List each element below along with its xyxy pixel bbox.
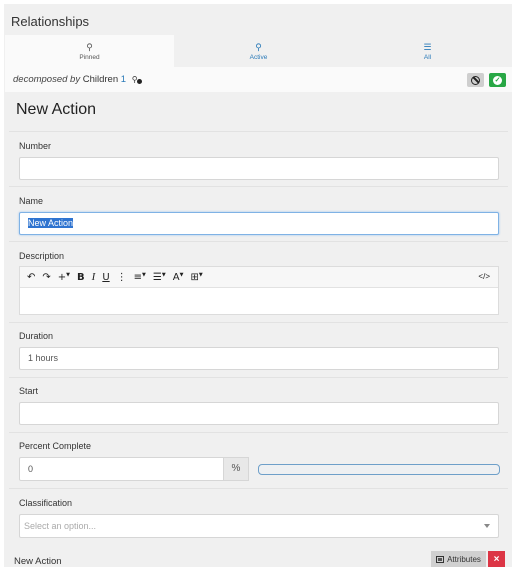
bold-button[interactable]: B [77, 272, 85, 283]
list-dropdown[interactable]: ☰▼ [153, 272, 166, 283]
table-icon: ⊞ [190, 271, 199, 283]
table-dropdown[interactable]: ⊞▼ [190, 272, 202, 283]
divider [9, 131, 508, 132]
align-icon: ≡ [133, 271, 143, 283]
underline-button[interactable]: U [102, 272, 109, 283]
relationship-text: decomposed by Children 1 ⚲ [13, 74, 142, 85]
cancel-button[interactable] [467, 73, 484, 87]
tab-label: Pinned [79, 53, 100, 61]
chevron-down-icon [484, 524, 490, 528]
relation-count[interactable]: 1 [121, 74, 126, 85]
relation-type: decomposed by [13, 74, 81, 85]
name-value: New Action [28, 218, 74, 228]
classification-placeholder: Select an option... [24, 521, 97, 531]
percent-addon: % [223, 457, 249, 481]
redo-icon[interactable]: ↷ [42, 272, 50, 283]
form-title: New Action [16, 101, 97, 118]
footer-title: New Action [14, 556, 62, 567]
name-label: Name [19, 196, 44, 206]
relationship-row: decomposed by Children 1 ⚲ ✓ [5, 67, 512, 92]
tab-all[interactable]: ☰ All [343, 35, 512, 67]
description-editor: ↶ ↷ +▼ B I U ⋮ ≡▼ ☰▼ A▼ ⊞▼ </> [19, 266, 499, 315]
align-dropdown[interactable]: ≡▼ [134, 272, 146, 283]
classification-select[interactable]: Select an option... [19, 514, 499, 538]
list-alt-icon [436, 555, 445, 563]
duration-input[interactable]: 1 hours [19, 347, 499, 370]
insert-dropdown[interactable]: +▼ [58, 272, 70, 283]
tab-pinned[interactable]: ⚲ Pinned [5, 35, 174, 67]
description-label: Description [19, 251, 65, 261]
divider [9, 432, 508, 433]
font-dropdown[interactable]: A▼ [173, 272, 184, 283]
relation-target[interactable]: Children [83, 74, 118, 85]
attributes-label: Attributes [447, 554, 481, 564]
check-circle-icon: ✓ [493, 75, 502, 85]
undo-icon[interactable]: ↶ [27, 272, 35, 283]
close-button[interactable]: × [488, 551, 505, 567]
tab-active[interactable]: ⚲ Active [174, 35, 343, 67]
pin-icon: ⚲ [86, 41, 93, 52]
number-label: Number [19, 141, 52, 151]
divider [9, 186, 508, 187]
code-view-icon[interactable]: </> [478, 272, 490, 281]
tab-label: Active [249, 53, 268, 61]
description-textarea[interactable] [20, 288, 498, 315]
font-icon: A [172, 271, 180, 283]
name-input[interactable]: New Action [19, 212, 499, 235]
divider [9, 488, 508, 489]
confirm-button[interactable]: ✓ [489, 73, 506, 87]
divider [9, 241, 508, 242]
close-icon: × [493, 553, 500, 565]
attributes-button[interactable]: Attributes [431, 551, 486, 567]
editor-toolbar: ↶ ↷ +▼ B I U ⋮ ≡▼ ☰▼ A▼ ⊞▼ </> [20, 267, 498, 288]
progress-bar [258, 464, 500, 475]
divider [9, 377, 508, 378]
ban-icon [471, 75, 480, 85]
start-input[interactable] [19, 402, 499, 425]
number-input[interactable] [19, 157, 499, 180]
list-icon: ☰ [152, 271, 162, 283]
list-icon: ☰ [423, 41, 432, 52]
footer-bar: New Action Attributes × [0, 549, 514, 567]
percent-complete-label: Percent Complete [19, 441, 92, 451]
action-form: New Action Number Name New Action Descri… [9, 94, 508, 567]
more-icon[interactable]: ⋮ [117, 272, 127, 283]
divider [9, 322, 508, 323]
duration-label: Duration [19, 331, 54, 341]
map-marker-icon: ⚲ [255, 41, 262, 52]
italic-button[interactable]: I [92, 271, 96, 283]
panel-title: Relationships [11, 14, 90, 29]
pin-settings-icon[interactable]: ⚲ [132, 75, 142, 84]
percent-complete-input[interactable]: 0 [19, 457, 224, 481]
plus-icon: + [57, 271, 67, 283]
classification-label: Classification [19, 498, 73, 508]
tab-label: All [423, 53, 432, 61]
relationship-tabs: ⚲ Pinned ⚲ Active ☰ All [5, 35, 512, 67]
start-label: Start [19, 386, 39, 396]
